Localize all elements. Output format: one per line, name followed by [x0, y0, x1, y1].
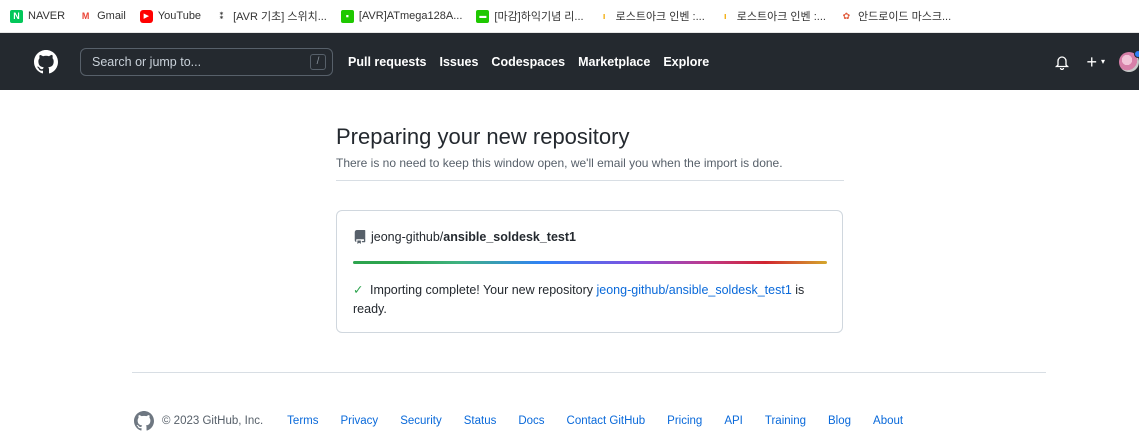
footer-divider: [132, 372, 1046, 373]
divider: [336, 180, 844, 181]
bookmark-blog[interactable]: ▬ [마감]하익기념 리...: [476, 8, 584, 24]
import-status-message: ✓ Importing complete! Your new repositor…: [353, 281, 827, 319]
footer-link-contact[interactable]: Contact GitHub: [567, 415, 646, 427]
leaf-icon: ✿: [842, 10, 851, 21]
bookmark-label: 안드로이드 마스크...: [857, 11, 952, 23]
repo-name: ansible_soldesk_test1: [443, 230, 576, 244]
nav-issues[interactable]: Issues: [440, 55, 479, 69]
bookmark-inven-2[interactable]: ı 로스트아크 인벤 :...: [719, 8, 826, 24]
checkmark-icon: ✓: [353, 283, 364, 297]
bookmark-youtube[interactable]: ▶ YouTube: [139, 9, 202, 23]
nav-explore[interactable]: Explore: [663, 55, 709, 69]
header-actions: + ▾: [1054, 33, 1139, 90]
bookmark-label: NAVER: [28, 10, 66, 22]
repo-owner: jeong-github/: [371, 230, 444, 244]
search-placeholder: Search or jump to...: [92, 54, 202, 69]
blog-icon: ▬: [476, 9, 490, 23]
copyright-text: © 2023 GitHub, Inc.: [162, 415, 264, 427]
import-progress-bar: [353, 261, 827, 264]
avatar[interactable]: [1119, 49, 1139, 72]
search-input[interactable]: Search or jump to... /: [80, 47, 333, 76]
create-new-icon[interactable]: +: [1086, 53, 1097, 71]
main-nav: Pull requests Issues Codespaces Marketpl…: [348, 55, 722, 69]
bookmark-android[interactable]: ✿ 안드로이드 마스크...: [840, 8, 951, 24]
page-subtitle: There is no need to keep this window ope…: [336, 156, 783, 170]
page-title: Preparing your new repository: [336, 124, 630, 149]
repo-icon: [354, 230, 366, 244]
footer-link-status[interactable]: Status: [464, 415, 497, 427]
github-header: Search or jump to... / Pull requests Iss…: [0, 33, 1139, 90]
bookmark-gmail[interactable]: M Gmail: [79, 10, 126, 23]
footer-link-pricing[interactable]: Pricing: [667, 415, 702, 427]
bookmark-naver[interactable]: N NAVER: [10, 9, 66, 23]
footer-link-security[interactable]: Security: [400, 415, 442, 427]
dots-icon: ⁑: [219, 10, 224, 21]
bookmark-label: Gmail: [97, 10, 126, 22]
footer-link-api[interactable]: API: [724, 415, 743, 427]
bookmark-label: 로스트아크 인벤 :...: [615, 11, 705, 23]
bookmark-label: [마감]하익기념 리...: [494, 11, 584, 23]
youtube-icon: ▶: [139, 9, 153, 23]
bookmark-label: YouTube: [157, 10, 202, 22]
notification-dot: [1134, 49, 1139, 58]
search-shortcut-key: /: [310, 53, 326, 70]
footer-link-training[interactable]: Training: [765, 415, 806, 427]
inven-icon: ı: [602, 11, 606, 21]
nav-pull-requests[interactable]: Pull requests: [348, 55, 427, 69]
square-icon: ▪: [340, 9, 354, 23]
footer-link-terms[interactable]: Terms: [287, 415, 318, 427]
repo-link[interactable]: jeong-github/ansible_soldesk_test1: [597, 283, 792, 297]
github-logo-icon[interactable]: [34, 49, 58, 74]
footer-link-about[interactable]: About: [873, 415, 903, 427]
naver-icon: N: [10, 9, 23, 23]
repo-name-line: jeong-github/ansible_soldesk_test1: [353, 230, 576, 244]
bookmark-label: [AVR]ATmega128A...: [358, 10, 463, 22]
bookmark-avr-switch[interactable]: ⁑ [AVR 기초] 스위치...: [215, 8, 327, 24]
status-text: Importing complete! Your new repository: [369, 283, 594, 297]
inven-icon: ı: [724, 11, 727, 21]
footer-link-blog[interactable]: Blog: [828, 415, 851, 427]
chevron-down-icon[interactable]: ▾: [1101, 57, 1105, 66]
bookmark-label: [AVR 기초] 스위치...: [233, 11, 327, 23]
notification-bell-icon[interactable]: [1054, 54, 1070, 70]
bookmark-avr-atmega[interactable]: ▪ [AVR]ATmega128A...: [340, 9, 463, 23]
footer: © 2023 GitHub, Inc. Terms Privacy Securi…: [134, 411, 925, 431]
footer-link-privacy[interactable]: Privacy: [340, 415, 378, 427]
bookmarks-bar: N NAVER M Gmail ▶ YouTube ⁑ [AVR 기초] 스위치…: [0, 0, 1139, 33]
github-logo-icon[interactable]: [134, 411, 154, 431]
import-status-card: jeong-github/ansible_soldesk_test1 ✓ Imp…: [336, 210, 843, 333]
nav-codespaces[interactable]: Codespaces: [491, 55, 565, 69]
nav-marketplace[interactable]: Marketplace: [578, 55, 650, 69]
bookmark-label: 로스트아크 인벤 :...: [736, 11, 826, 23]
bookmark-inven-1[interactable]: ı 로스트아크 인벤 :...: [598, 8, 705, 24]
gmail-icon: M: [81, 11, 90, 21]
footer-link-docs[interactable]: Docs: [518, 415, 544, 427]
